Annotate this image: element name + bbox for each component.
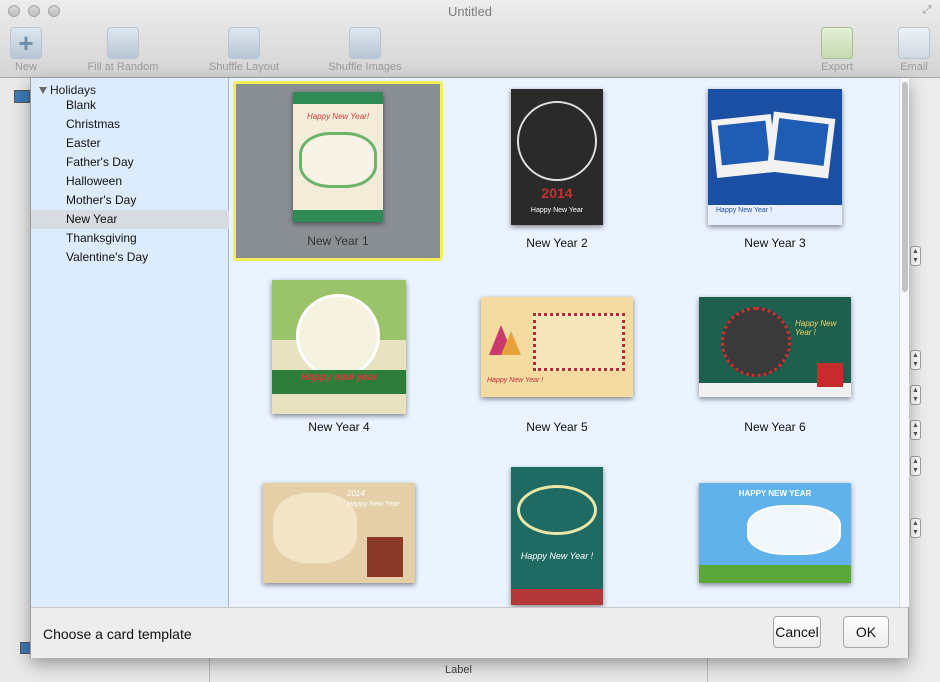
card-year: 2014: [541, 185, 573, 201]
sidebar-item-halloween[interactable]: Halloween: [31, 172, 229, 191]
card-thumbnail: 2014 Happy New Year: [263, 483, 415, 583]
template-name: New Year 1: [307, 234, 369, 248]
card-thumbnail: Happy New Year !: [699, 297, 851, 397]
shuffle-layout-icon: [228, 27, 260, 59]
new-tool-label: New: [14, 61, 37, 73]
fill-random-label: Fill at Random: [87, 61, 159, 73]
plus-icon: +: [10, 27, 42, 59]
card-thumbnail: Happy New Year !: [481, 297, 633, 397]
template-cell-new-year-4[interactable]: Happy new year New Year 4: [234, 274, 444, 454]
fill-random-tool-button[interactable]: Fill at Random: [80, 27, 166, 73]
sidebar-item-christmas[interactable]: Christmas: [31, 115, 229, 134]
card-thumbnail: 2014 Happy New Year: [511, 89, 603, 225]
fullscreen-icon[interactable]: ⤢: [921, 4, 933, 16]
sidebar-item-easter[interactable]: Easter: [31, 134, 229, 153]
envelope-icon: [898, 27, 930, 59]
shuffle-layout-tool-button[interactable]: Shuffle Layout: [202, 27, 286, 73]
template-grid: Happy New Year! New Year 1 2014 Happy Ne…: [230, 78, 900, 607]
shuffle-images-tool-button[interactable]: Shuffle Images: [322, 27, 408, 73]
disclosure-triangle-icon[interactable]: [39, 87, 47, 95]
sidebar-item-new-year[interactable]: New Year: [31, 210, 229, 229]
dice-icon: [107, 27, 139, 59]
template-cell-new-year-8[interactable]: Happy New Year !: [452, 460, 662, 607]
card-text: Happy New Year !: [487, 377, 544, 384]
template-cell-new-year-2[interactable]: 2014 Happy New Year New Year 2: [452, 81, 662, 261]
template-cell-new-year-7[interactable]: 2014 Happy New Year: [234, 460, 444, 607]
cancel-button[interactable]: Cancel: [773, 616, 821, 648]
sidebar-item-valentines-day[interactable]: Valentine's Day: [31, 248, 229, 267]
sheet-footer: Choose a card template Cancel OK: [31, 607, 908, 658]
template-cell-new-year-6[interactable]: Happy New Year ! New Year 6: [670, 274, 880, 454]
template-grid-scrollbar[interactable]: [899, 78, 909, 607]
new-tool-button[interactable]: + New: [8, 27, 44, 73]
email-label: Email: [900, 61, 928, 73]
template-name: New Year 2: [526, 236, 588, 250]
shuffle-images-icon: [349, 27, 381, 59]
bottom-label: Label: [445, 664, 472, 676]
sidebar-item-thanksgiving[interactable]: Thanksgiving: [31, 229, 229, 248]
card-text: Happy New Year!: [306, 112, 370, 121]
shuffle-layout-label: Shuffle Layout: [208, 61, 280, 73]
inspector-panel: [908, 78, 940, 682]
card-year: 2014: [347, 489, 365, 498]
scrollbar-thumb[interactable]: [902, 82, 908, 292]
card-thumbnail: Happy new year: [272, 280, 406, 414]
card-thumbnail: Happy New Year!: [293, 92, 383, 222]
sidebar-item-mothers-day[interactable]: Mother's Day: [31, 191, 229, 210]
card-text: HAPPY NEW YEAR: [738, 489, 812, 498]
template-cell-new-year-9[interactable]: HAPPY NEW YEAR: [670, 460, 880, 607]
card-thumbnail: Happy New Year !: [511, 467, 603, 605]
card-thumbnail: Happy New Year !: [708, 89, 842, 225]
stepper-control[interactable]: ▲ ▼: [910, 385, 921, 405]
category-sidebar: Holidays Blank Christmas Easter Father's…: [31, 78, 229, 607]
card-text: Happy New Year !: [795, 319, 837, 337]
stepper-control[interactable]: ▲ ▼: [910, 518, 921, 538]
stepper-control[interactable]: ▲ ▼: [910, 246, 921, 266]
template-chooser-sheet: Holidays Blank Christmas Easter Father's…: [30, 78, 909, 658]
template-name: New Year 5: [526, 420, 588, 434]
template-cell-new-year-3[interactable]: Happy New Year ! New Year 3: [670, 81, 880, 261]
stepper-control[interactable]: ▲ ▼: [910, 456, 921, 476]
template-cell-new-year-5[interactable]: Happy New Year ! New Year 5: [452, 274, 662, 454]
template-name: New Year 3: [744, 236, 806, 250]
ok-button[interactable]: OK: [843, 616, 889, 648]
template-name: New Year 4: [308, 420, 370, 434]
template-cell-new-year-1[interactable]: Happy New Year! New Year 1: [233, 81, 443, 261]
stepper-control[interactable]: ▲ ▼: [910, 350, 921, 370]
export-tool-button[interactable]: Export: [814, 27, 860, 73]
stepper-control[interactable]: ▲ ▼: [910, 420, 921, 440]
divider: [707, 658, 708, 682]
card-text: Happy New Year !: [520, 551, 594, 561]
card-text: Happy New Year: [347, 501, 400, 508]
template-name: New Year 6: [744, 420, 806, 434]
window-titlebar: Untitled ⤢ + New Fill at Random Shuffle …: [0, 0, 940, 78]
card-text: Happy New Year !: [716, 207, 773, 214]
photo-icon: [14, 90, 30, 103]
choose-template-hint: Choose a card template: [43, 626, 192, 642]
sidebar-item-blank[interactable]: Blank: [31, 96, 229, 115]
card-text: Happy new year: [300, 372, 378, 383]
sidebar-item-fathers-day[interactable]: Father's Day: [31, 153, 229, 172]
card-thumbnail: HAPPY NEW YEAR: [699, 483, 851, 583]
window-title: Untitled: [447, 4, 493, 19]
card-text: Happy New Year: [530, 207, 584, 214]
email-tool-button[interactable]: Email: [892, 27, 936, 73]
export-label: Export: [821, 61, 853, 73]
holidays-group-label: Holidays: [50, 83, 97, 97]
shuffle-images-label: Shuffle Images: [328, 61, 402, 73]
export-icon: [821, 27, 853, 59]
